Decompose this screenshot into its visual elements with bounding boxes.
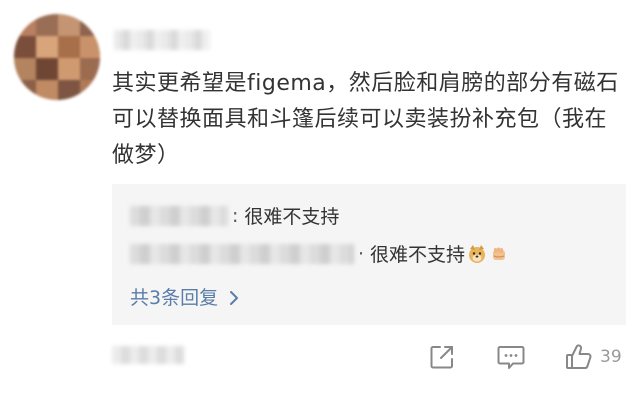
chevron-right-icon bbox=[228, 289, 240, 305]
share-icon bbox=[430, 346, 453, 369]
reply-item[interactable]: : 很难不支持 bbox=[130, 202, 339, 229]
fist-emoji-icon bbox=[489, 244, 509, 264]
reply-separator: : bbox=[232, 204, 239, 227]
reply-preview-box[interactable]: : 很难不支持 · 很难不支持 共3条回复 bbox=[112, 184, 626, 325]
timestamp-redacted bbox=[112, 346, 184, 364]
comment-card: 其实更希望是figema，然后脸和肩膀的部分有磁石可以替换面具和斗篷后续可以卖装… bbox=[0, 0, 641, 393]
reply-item[interactable]: · 很难不支持 bbox=[130, 240, 509, 267]
reply-separator: · bbox=[358, 242, 365, 265]
comment-icon bbox=[497, 346, 525, 369]
share-button[interactable] bbox=[428, 343, 456, 371]
reply-author-redacted[interactable] bbox=[130, 243, 354, 264]
share-action[interactable] bbox=[428, 340, 456, 374]
thumbs-up-icon bbox=[566, 344, 592, 369]
reply-text: 很难不支持 bbox=[244, 206, 340, 228]
avatar[interactable] bbox=[14, 14, 100, 100]
reply-text: 很难不支持 bbox=[370, 244, 466, 266]
reply-author-redacted[interactable] bbox=[130, 205, 228, 226]
view-more-replies-link[interactable]: 共3条回复 bbox=[130, 283, 240, 310]
doge-emoji-icon bbox=[467, 244, 487, 264]
username-redacted[interactable] bbox=[114, 30, 210, 50]
reply-button[interactable] bbox=[496, 343, 526, 371]
like-button[interactable]: 39 bbox=[564, 342, 622, 372]
more-replies-label: 共3条回复 bbox=[130, 287, 219, 309]
like-action[interactable]: 39 bbox=[564, 340, 622, 374]
like-count: 39 bbox=[600, 347, 622, 367]
reply-action[interactable] bbox=[496, 340, 526, 374]
comment-body: 其实更希望是figema，然后脸和肩膀的部分有磁石可以替换面具和斗篷后续可以卖装… bbox=[112, 71, 619, 168]
